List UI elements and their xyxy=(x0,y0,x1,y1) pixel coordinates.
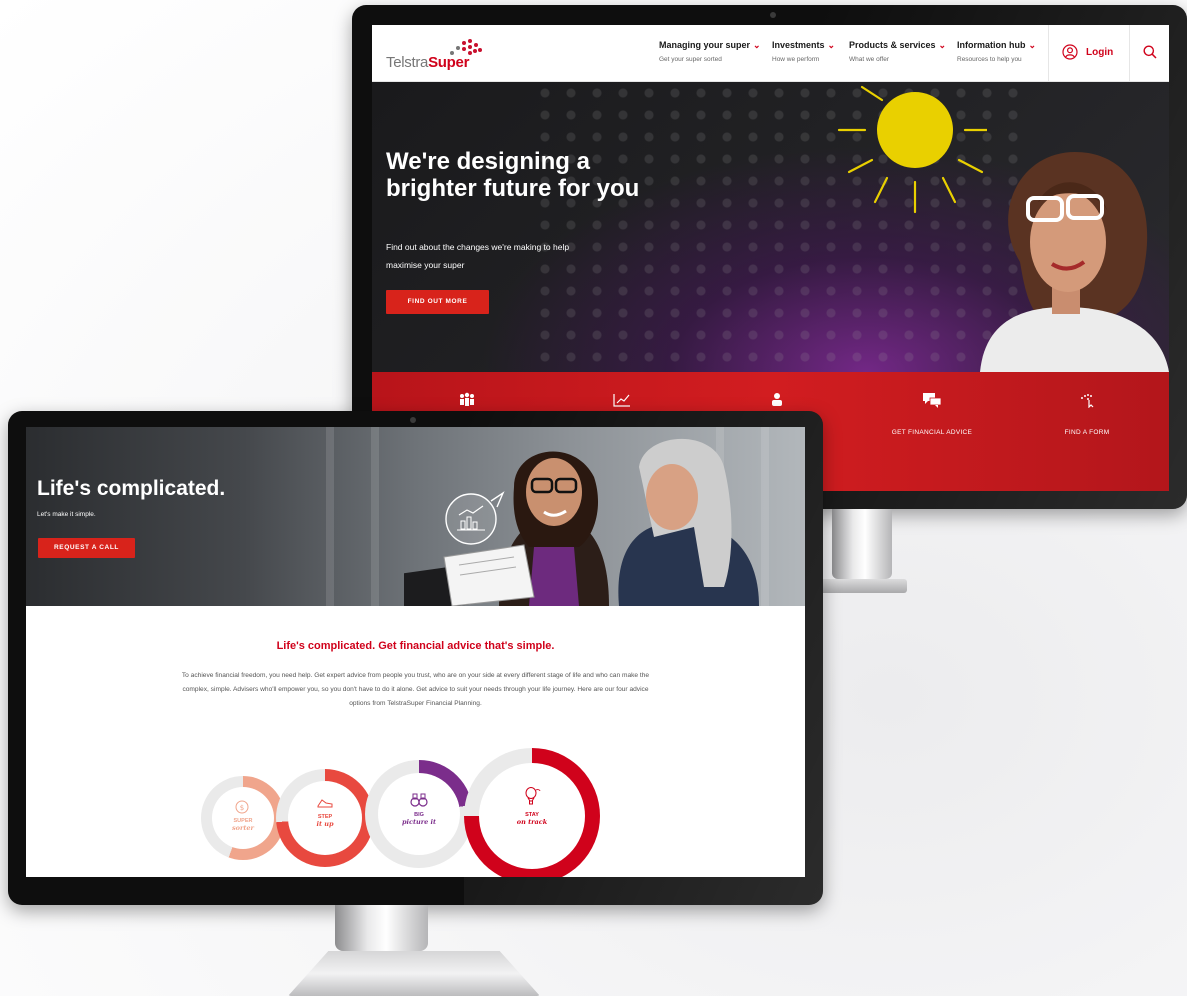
growth-chart-badge-icon xyxy=(445,491,505,545)
monitor-stand-neck xyxy=(832,509,892,579)
hero-banner: Life's complicated. Let's make it simple… xyxy=(26,427,805,606)
quick-link-4-label: GET FINANCIAL ADVICE xyxy=(891,429,973,436)
advice-option-3-script: picture it xyxy=(402,817,436,826)
advice-option-4-script: on track xyxy=(516,817,548,826)
monitor-stand-neck xyxy=(335,905,428,951)
nav-products-services[interactable]: Products & services ⌄ What we offer xyxy=(849,40,946,63)
user-icon xyxy=(1062,44,1078,60)
nav-managing-super-label: Managing your super xyxy=(659,40,751,50)
nav-managing-super-sub: Get your super sorted xyxy=(659,56,722,63)
smiling-woman-with-glasses-photo xyxy=(980,152,1169,372)
section-title: Life's complicated. Get financial advice… xyxy=(276,640,555,652)
nav-information-hub-label: Information hub xyxy=(957,40,1026,50)
member-icon xyxy=(772,393,782,406)
desktop-monitor-front: Life's complicated. Let's make it simple… xyxy=(8,411,823,996)
advice-option-2-script: it up xyxy=(316,819,334,828)
nav-investments[interactable]: Investments ⌄ How we perform xyxy=(772,40,835,63)
nav-information-hub[interactable]: Information hub ⌄ Resources to help you xyxy=(957,40,1036,63)
quick-link-4[interactable]: GET FINANCIAL ADVICE xyxy=(857,392,1007,436)
chevron-down-icon: ⌄ xyxy=(1028,40,1037,50)
coin-icon: $ xyxy=(235,800,249,814)
hero-banner: We're designing a brighter future for yo… xyxy=(372,82,1169,372)
hero-subheading: Let's make it simple. xyxy=(37,511,96,518)
webcam-icon xyxy=(410,417,416,423)
chat-bubbles-icon xyxy=(923,393,942,408)
nav-managing-super[interactable]: Managing your super ⌄ Get your super sort… xyxy=(659,40,761,63)
request-a-call-button[interactable]: REQUEST A CALL xyxy=(38,538,135,558)
logo-text-telstra: Telstra xyxy=(386,54,429,71)
sneaker-icon xyxy=(317,799,333,808)
search-icon[interactable] xyxy=(1142,44,1158,60)
webcam-icon xyxy=(770,12,776,18)
site-header: TelstraSuper Managing your super ⌄ Get yo… xyxy=(372,25,1169,82)
nav-investments-label: Investments xyxy=(772,40,825,50)
hot-air-balloon-icon xyxy=(525,787,541,805)
hero-heading: Life's complicated. xyxy=(37,477,226,500)
growth-chart-icon xyxy=(613,394,630,407)
quick-link-5[interactable]: FIND A FORM xyxy=(1012,392,1162,436)
quick-link-5-label: FIND A FORM xyxy=(1064,429,1110,436)
chevron-down-icon: ⌄ xyxy=(938,40,947,50)
login-label: Login xyxy=(1086,47,1114,58)
binoculars-icon xyxy=(410,793,428,807)
monitor-stand-base xyxy=(288,951,540,996)
financial-advice-page-screen: Life's complicated. Let's make it simple… xyxy=(26,427,805,877)
svg-text:$: $ xyxy=(240,804,244,812)
people-icon xyxy=(460,392,474,406)
nav-products-services-sub: What we offer xyxy=(849,56,889,63)
hero-heading: We're designing a brighter future for yo… xyxy=(386,148,640,202)
telstrasuper-logo[interactable]: TelstraSuper xyxy=(386,38,482,72)
find-out-more-button[interactable]: FIND OUT MORE xyxy=(386,290,489,314)
nav-information-hub-sub: Resources to help you xyxy=(957,56,1022,63)
hero-subheading: Find out about the changes we're making … xyxy=(386,242,570,270)
form-pointer-icon xyxy=(1081,394,1094,409)
advice-intro-section: Life's complicated. Get financial advice… xyxy=(26,606,805,877)
section-body-text: To achieve financial freedom, you need h… xyxy=(181,672,650,707)
advice-option-1-script: sorter xyxy=(232,823,254,832)
chevron-down-icon: ⌄ xyxy=(753,40,761,50)
nav-investments-sub: How we perform xyxy=(772,56,820,63)
login-button[interactable]: Login xyxy=(1048,25,1130,81)
chevron-down-icon: ⌄ xyxy=(827,40,836,50)
logo-text-super: Super xyxy=(428,54,470,71)
nav-products-services-label: Products & services xyxy=(849,40,936,50)
